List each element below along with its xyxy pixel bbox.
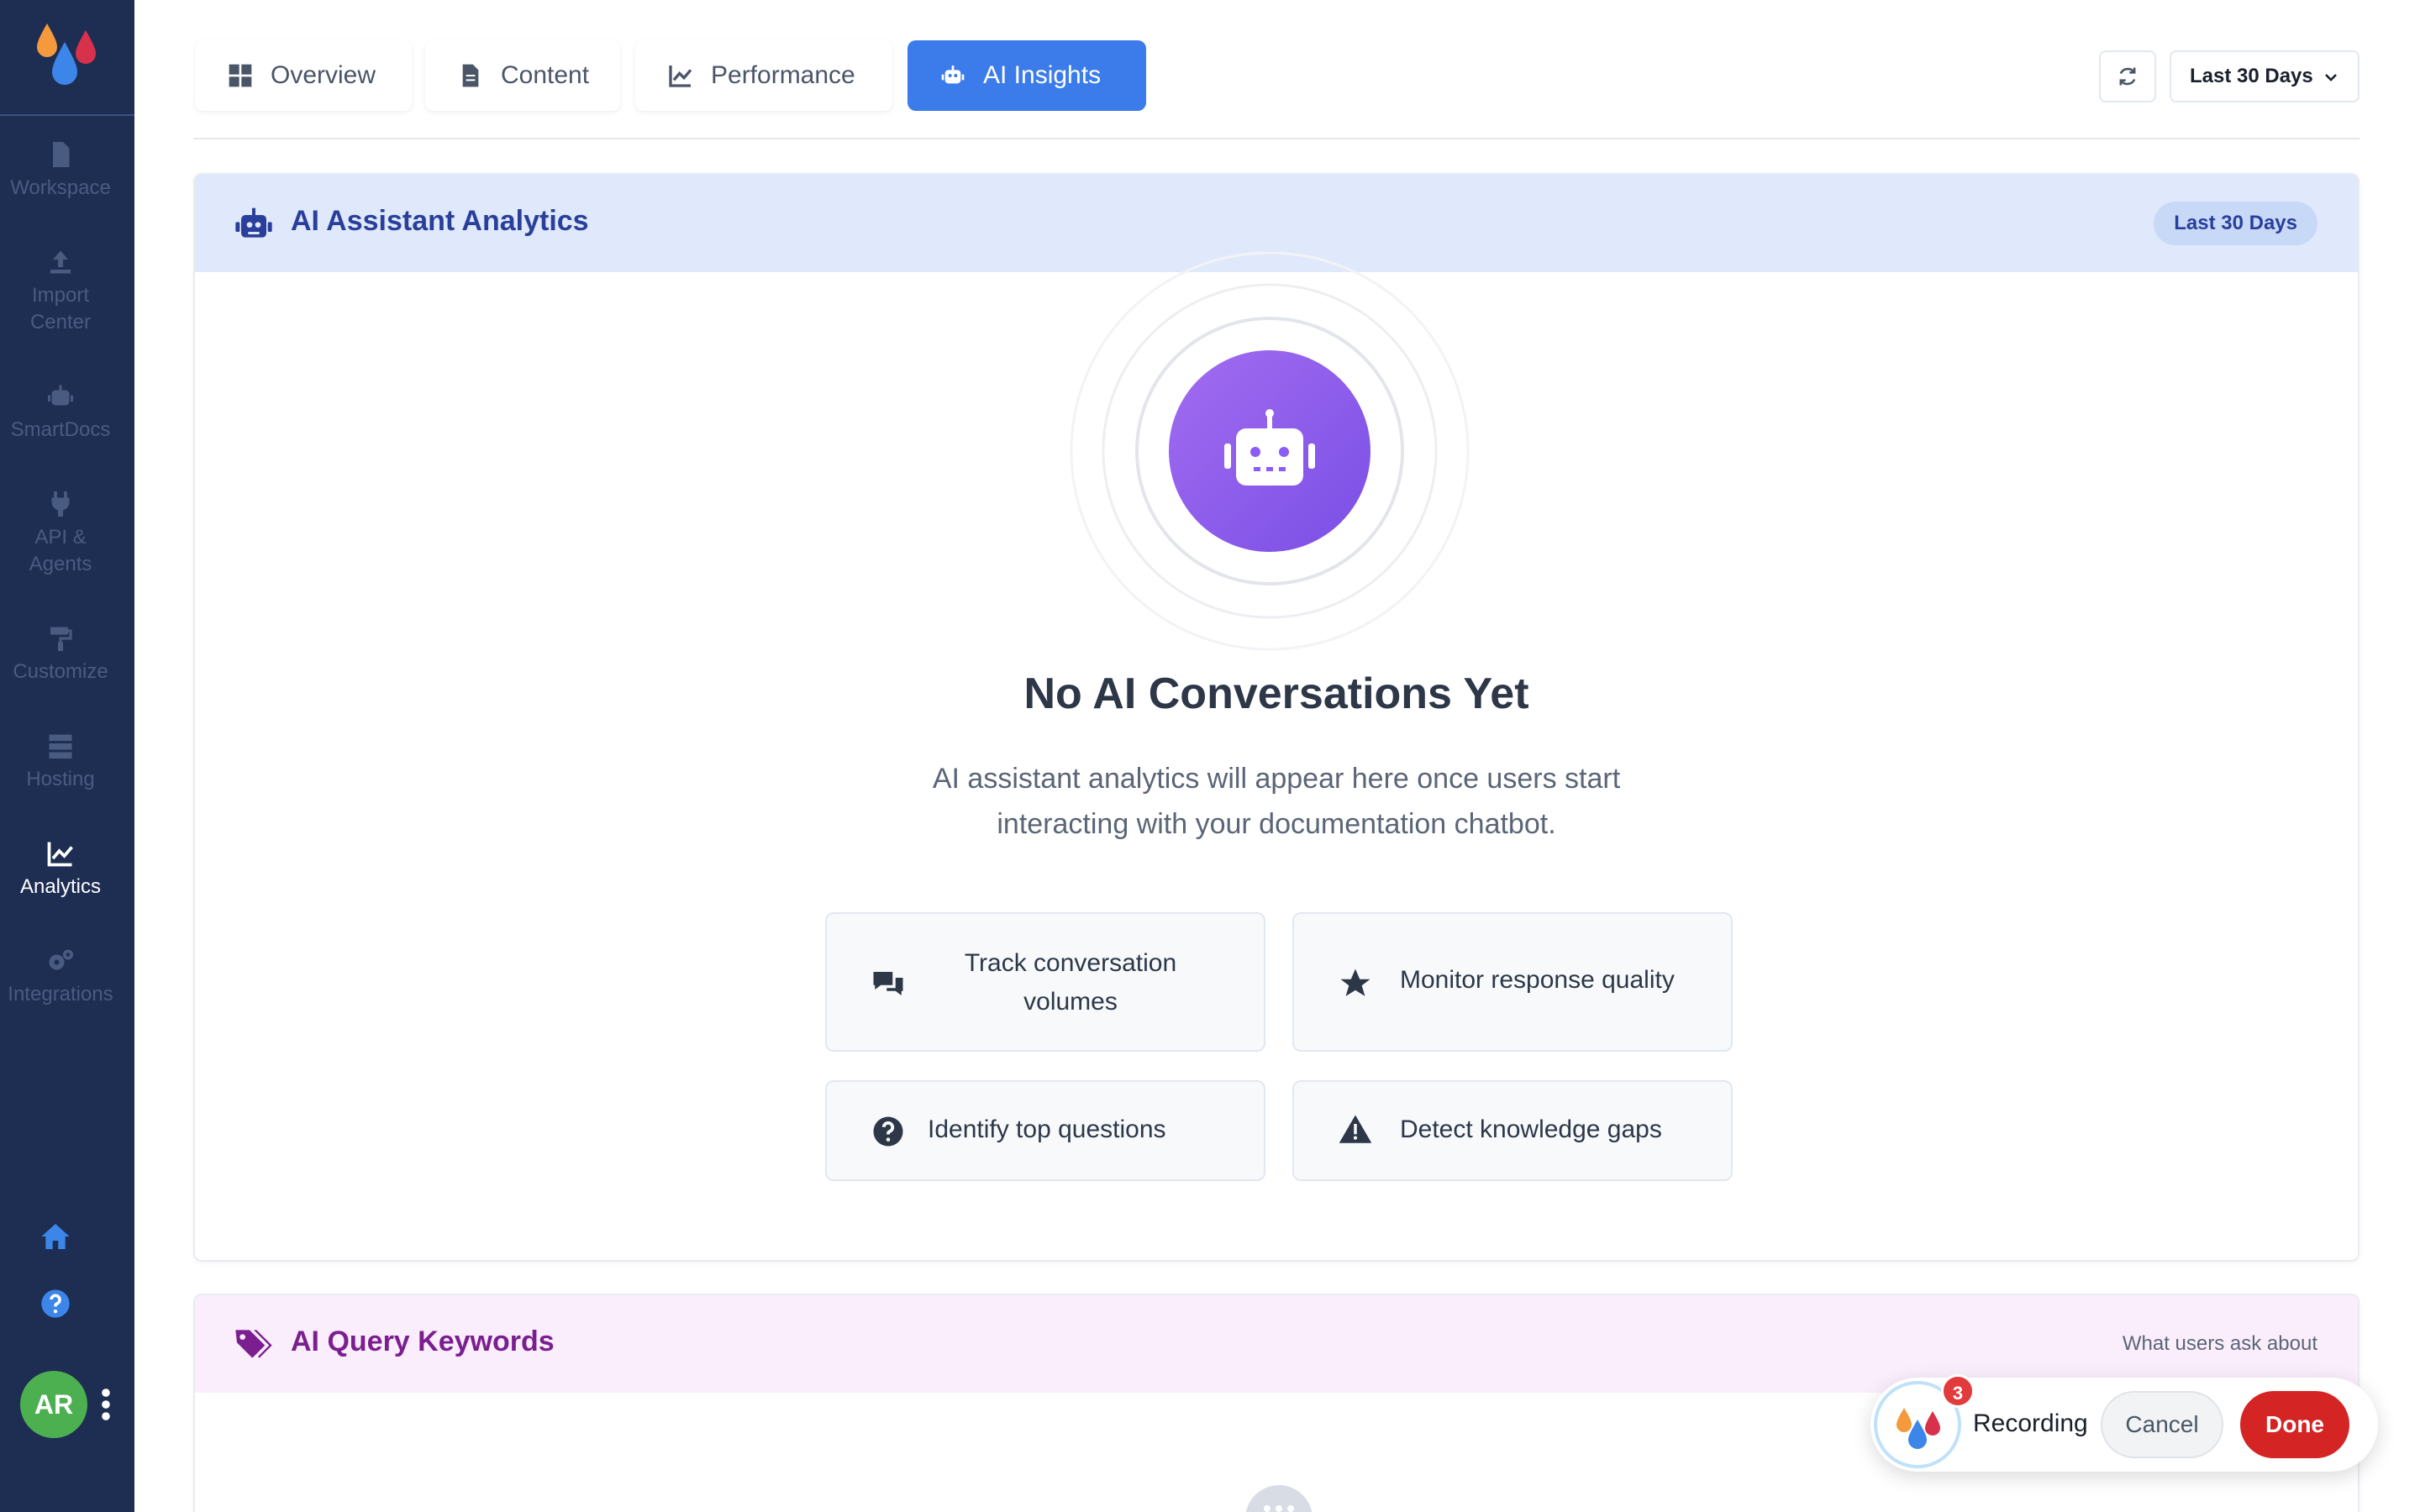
tab-label: AI Insights xyxy=(983,61,1102,89)
date-range-badge: Last 30 Days xyxy=(2154,202,2317,245)
cogs-icon xyxy=(49,949,73,970)
robot-avatar-illustration xyxy=(1070,251,1470,651)
feature-card-knowledge-gaps: Detect knowledge gaps xyxy=(1292,1080,1733,1181)
robot-icon xyxy=(941,66,965,84)
feature-card-monitor-quality: Monitor response quality xyxy=(1292,912,1733,1052)
feature-label: Identify top questions xyxy=(928,1116,1166,1143)
recording-label: Recording xyxy=(1973,1410,2088,1437)
question-circle-icon xyxy=(873,1116,903,1147)
divider xyxy=(193,138,2360,139)
tab-label: Performance xyxy=(711,61,855,89)
tab-label: Content xyxy=(501,61,590,89)
chevron-down-icon xyxy=(2325,74,2337,81)
panel-title: AI Assistant Analytics xyxy=(291,205,589,237)
sidebar-item-label: Workspace xyxy=(10,176,111,199)
feature-label: Detect knowledge gaps xyxy=(1400,1116,1662,1143)
date-range-select[interactable]: Last 30 Days xyxy=(2170,50,2360,102)
upload-icon xyxy=(50,250,71,274)
kebab-menu-icon[interactable] xyxy=(101,1388,111,1421)
tab-performance[interactable]: Performance xyxy=(635,40,892,111)
sidebar-item-api-agents[interactable]: API & Agents xyxy=(0,489,121,578)
sidebar-item-workspace[interactable]: Workspace xyxy=(0,139,121,202)
empty-state-description: AI assistant analytics will appear here … xyxy=(195,756,2358,847)
sidebar-item-smartdocs[interactable]: SmartDocs xyxy=(0,381,121,444)
feature-label: Monitor response quality xyxy=(1400,966,1675,994)
sidebar-item-label: API & Agents xyxy=(29,526,92,575)
panel-title: AI Query Keywords xyxy=(291,1326,555,1357)
avatar[interactable]: AR xyxy=(20,1371,87,1438)
sidebar-item-label: Analytics xyxy=(19,875,102,898)
plug-icon xyxy=(51,491,70,517)
tab-label: Overview xyxy=(271,61,376,89)
file-icon xyxy=(53,142,70,167)
tab-overview[interactable]: Overview xyxy=(195,40,412,111)
sidebar-item-integrations[interactable]: Integrations xyxy=(0,946,121,1008)
grid-icon xyxy=(229,64,252,87)
feature-label: volumes xyxy=(1023,988,1118,1016)
robot-icon xyxy=(235,207,272,238)
warning-icon xyxy=(1339,1115,1372,1143)
home-icon[interactable] xyxy=(39,1220,72,1253)
tab-ai-insights[interactable]: AI Insights xyxy=(908,40,1146,111)
star-icon xyxy=(1340,969,1370,996)
loading-icon xyxy=(1245,1485,1313,1512)
droplets-logo-icon xyxy=(37,24,96,85)
empty-state-description-line: AI assistant analytics will appear here … xyxy=(932,763,1621,795)
document-icon xyxy=(462,64,479,87)
chart-line-icon xyxy=(669,66,692,87)
brand-logo[interactable] xyxy=(0,0,134,116)
tab-content[interactable]: Content xyxy=(425,40,620,111)
empty-state-title: No AI Conversations Yet xyxy=(1023,669,1529,718)
empty-state-description-line: interacting with your documentation chat… xyxy=(997,808,1556,840)
sidebar-item-label: Customize xyxy=(13,660,108,683)
date-range-value: Last 30 Days xyxy=(2190,65,2313,87)
feature-card-track-conversations: Track conversation volumes xyxy=(825,912,1265,1052)
feature-card-top-questions: Identify top questions xyxy=(825,1080,1265,1181)
server-icon xyxy=(49,734,72,759)
recording-widget: 3 Recording Cancel Done xyxy=(1870,1374,2378,1472)
paint-roller-icon xyxy=(50,627,72,651)
notification-badge: 3 xyxy=(1941,1374,1975,1408)
sidebar: Workspace Import Center SmartDocs API & … xyxy=(0,0,134,1512)
refresh-button[interactable] xyxy=(2099,50,2156,102)
tags-icon xyxy=(235,1330,272,1358)
refresh-icon xyxy=(2119,67,2136,86)
done-button[interactable]: Done xyxy=(2240,1391,2349,1458)
comments-icon xyxy=(873,972,903,995)
help-icon[interactable] xyxy=(39,1287,72,1320)
sidebar-item-customize[interactable]: Customize xyxy=(0,623,121,685)
cancel-button[interactable]: Cancel xyxy=(2101,1391,2223,1458)
panel-subtitle: What users ask about xyxy=(2122,1332,2317,1355)
sidebar-item-label: Hosting xyxy=(26,768,95,790)
sidebar-item-label: Import Center xyxy=(29,284,92,333)
sidebar-item-label: Integrations xyxy=(8,983,113,1005)
sidebar-item-label: SmartDocs xyxy=(10,418,111,441)
ai-assistant-analytics-panel: AI Assistant Analytics Last 30 Days No A… xyxy=(193,173,2360,1262)
sidebar-item-import-center[interactable]: Import Center xyxy=(0,247,121,336)
feature-label: Track conversation xyxy=(964,949,1177,977)
robot-icon xyxy=(48,385,73,406)
sidebar-item-analytics[interactable]: Analytics xyxy=(0,838,121,900)
chart-line-icon xyxy=(47,842,73,867)
sidebar-item-hosting[interactable]: Hosting xyxy=(0,731,121,793)
